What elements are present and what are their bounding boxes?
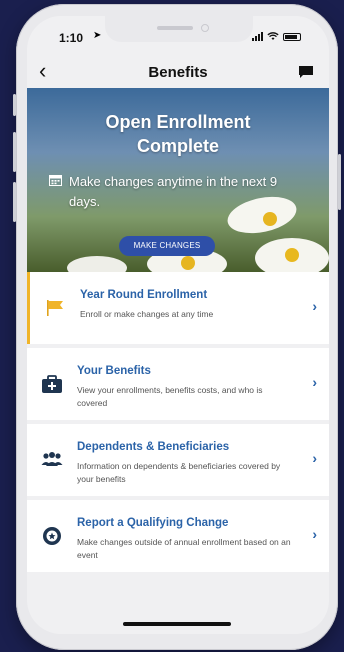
- home-indicator[interactable]: [123, 622, 231, 626]
- medical-kit-icon: [42, 375, 62, 393]
- mute-switch: [13, 94, 16, 116]
- benefits-list: Year Round Enrollment Enroll or make cha…: [27, 272, 329, 576]
- app-screen: 1:10 ➤ ‹ Benefits Open Enrollment Comple…: [27, 16, 329, 634]
- chevron-right-icon: ›: [312, 450, 317, 466]
- location-arrow-icon: ➤: [93, 30, 102, 41]
- battery-icon: [283, 32, 301, 41]
- speaker-grille: [157, 26, 193, 30]
- hero-banner: Open Enrollment Complete Make changes an…: [27, 88, 329, 272]
- make-changes-button[interactable]: MAKE CHANGES: [119, 236, 215, 256]
- hero-subtitle: Make changes anytime in the next 9 days.: [49, 172, 309, 212]
- signal-icon: [252, 32, 263, 41]
- status-time: 1:10: [59, 31, 84, 45]
- list-item-description: Enroll or make changes at any time: [80, 309, 214, 319]
- list-item-title: Dependents & Beneficiaries: [77, 441, 230, 453]
- list-item-report-qualifying-change[interactable]: Report a Qualifying Change Make changes …: [27, 500, 329, 572]
- navigation-bar: ‹ Benefits: [27, 56, 329, 88]
- list-item-title: Year Round Enrollment: [80, 289, 208, 301]
- chevron-right-icon: ›: [312, 526, 317, 542]
- daisy-center: [263, 212, 277, 226]
- list-item-dependents-beneficiaries[interactable]: Dependents & Beneficiaries Information o…: [27, 424, 329, 496]
- front-camera: [201, 24, 209, 32]
- hero-title: Open Enrollment Complete: [27, 110, 329, 158]
- list-item-description: View your enrollments, benefits costs, a…: [77, 385, 263, 408]
- badge-icon: [43, 527, 61, 545]
- people-icon: [41, 452, 63, 466]
- list-item-year-round-enrollment[interactable]: Year Round Enrollment Enroll or make cha…: [27, 272, 329, 344]
- volume-down-button: [13, 182, 16, 222]
- flag-icon: [47, 300, 63, 316]
- list-item-description: Information on dependents & beneficiarie…: [77, 461, 281, 484]
- hero-subtitle-text: Make changes anytime in the next 9 days.: [69, 174, 278, 209]
- list-item-your-benefits[interactable]: Your Benefits View your enrollments, ben…: [27, 348, 329, 420]
- calendar-icon: [49, 175, 62, 186]
- chevron-right-icon: ›: [312, 374, 317, 390]
- chevron-right-icon: ›: [312, 298, 317, 314]
- daisy-center: [181, 256, 195, 270]
- list-item-title: Your Benefits: [77, 365, 151, 377]
- hero-title-line2: Complete: [136, 136, 219, 156]
- wifi-icon: [267, 32, 279, 40]
- page-title: Benefits: [148, 64, 208, 81]
- volume-up-button: [13, 132, 16, 172]
- daisy-image: [67, 256, 127, 272]
- hero-title-line1: Open Enrollment: [105, 112, 251, 132]
- list-item-description: Make changes outside of annual enrollmen…: [77, 537, 291, 560]
- daisy-center: [285, 248, 299, 262]
- chat-icon[interactable]: [299, 66, 313, 78]
- status-icons: [252, 32, 301, 41]
- power-button: [338, 154, 341, 210]
- notch: [105, 16, 253, 42]
- list-item-title: Report a Qualifying Change: [77, 517, 229, 529]
